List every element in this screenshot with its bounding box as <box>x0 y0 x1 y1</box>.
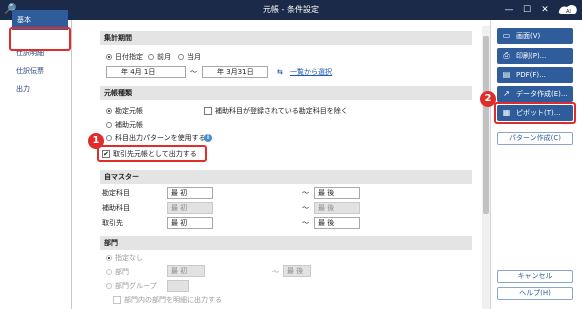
ledger-kanjo-radio[interactable] <box>106 108 112 114</box>
ledger-type-section-header: 元帳種類 <box>100 86 472 100</box>
callout-badge-1: 1 <box>88 133 104 149</box>
window-controls: — ☐ ✕ <box>500 0 554 20</box>
subaccount-from-field: 最 初 <box>167 202 213 214</box>
ledger-hojo-label: 補助元帳 <box>115 121 143 129</box>
dept-from-field: 最 初 <box>167 265 205 277</box>
info-icon[interactable]: i <box>204 134 212 142</box>
period-prev-month-label: 前月 <box>157 53 171 61</box>
pivot-highlight-frame <box>494 102 576 124</box>
ledger-hojo-radio[interactable] <box>106 122 112 128</box>
dept-range-tilde: 〜 <box>272 268 279 276</box>
window-title: 元帳 - 条件設定 <box>263 5 319 14</box>
dept-inner-output-checkbox <box>113 296 121 304</box>
period-prev-month-radio[interactable] <box>148 54 154 60</box>
printer-icon: ⎙ <box>503 51 510 60</box>
master-range-tilde: 〜 <box>302 189 309 197</box>
sidebar-item-output[interactable]: 出力 <box>11 82 69 96</box>
master-row-label: 取引先 <box>102 219 123 227</box>
screen-button[interactable]: ▭ 画面(V) <box>497 28 573 44</box>
maximize-button[interactable]: ☐ <box>518 0 536 20</box>
data-arrow-icon: ↗ <box>503 89 510 98</box>
sidebar-item-journal-slip[interactable]: 仕訳伝票 <box>11 64 69 78</box>
pdf-button[interactable]: ▤ PDF(F)... <box>497 67 573 83</box>
data-export-button-label: データ作成(E)... <box>516 90 568 98</box>
master-range-tilde: 〜 <box>302 219 309 227</box>
period-date-label: 日付指定 <box>115 53 143 61</box>
account-from-field[interactable]: 最 初 <box>167 187 213 199</box>
monitor-icon: ▭ <box>502 31 511 40</box>
data-export-button[interactable]: ↗ データ作成(E)... <box>497 86 573 102</box>
title-bar: 🔎+ 元帳 - 条件設定 — ☐ ✕ AI <box>0 0 582 29</box>
main-panel: 集計期間 日付指定 前月 当月 年 4月 1日 〜 年 3月31日 ⇆ 一覧から… <box>80 26 480 309</box>
dept-group-label: 部門グループ <box>115 282 157 290</box>
dept-none-radio <box>106 255 112 261</box>
print-button[interactable]: ⎙ 印刷(P)... <box>497 48 573 64</box>
pdf-button-label: PDF(F)... <box>516 71 546 79</box>
period-curr-month-label: 当月 <box>187 53 201 61</box>
create-pattern-button[interactable]: パターン作成(C) <box>497 132 573 145</box>
customer-from-field[interactable]: 最 初 <box>167 217 213 229</box>
master-row-label: 勘定科目 <box>102 189 130 197</box>
callout-badge-2: 2 <box>480 91 496 107</box>
account-to-field[interactable]: 最 後 <box>314 187 360 199</box>
master-range-tilde: 〜 <box>302 204 309 212</box>
app-logo-text: AI <box>566 9 571 15</box>
dept-bumon-radio <box>106 269 112 275</box>
account-pattern-label: 科目出力パターンを使用する <box>115 134 206 142</box>
sidebar-highlight-frame <box>9 27 71 51</box>
checkbox-highlight-frame <box>97 145 207 162</box>
period-to-date-field[interactable]: 年 3月31日 <box>202 66 268 78</box>
app-logo-icon: AI <box>558 5 577 15</box>
exclude-subaccount-checkbox[interactable] <box>204 107 212 115</box>
master-section-header: 自マスター <box>100 170 472 184</box>
master-row-label: 補助科目 <box>102 204 130 212</box>
swap-arrows-icon[interactable]: ⇆ <box>277 67 283 77</box>
period-range-tilde: 〜 <box>190 68 197 76</box>
minimize-button[interactable]: — <box>500 0 518 20</box>
account-pattern-radio[interactable] <box>106 135 112 141</box>
help-button[interactable]: ヘルプ(H) <box>497 287 573 300</box>
main-scrollbar-thumb[interactable] <box>483 36 489 214</box>
dept-group-radio <box>106 283 112 289</box>
period-from-date-field[interactable]: 年 4月 1日 <box>106 66 186 78</box>
dept-to-field: 最 後 <box>283 265 311 277</box>
subaccount-to-field: 最 後 <box>314 202 360 214</box>
period-curr-month-radio[interactable] <box>178 54 184 60</box>
exclude-subaccount-label: 補助科目が登録されている勘定科目を除く <box>215 107 348 115</box>
period-date-radio[interactable] <box>106 54 112 60</box>
pdf-file-icon: ▤ <box>502 70 511 79</box>
cancel-button[interactable]: キャンセル <box>497 270 573 283</box>
ledger-kanjo-label: 勘定元帳 <box>115 107 143 115</box>
print-button-label: 印刷(P)... <box>516 52 547 60</box>
period-section-header: 集計期間 <box>100 31 472 45</box>
customer-to-field[interactable]: 最 後 <box>314 217 360 229</box>
dept-bumon-label: 部門 <box>115 268 129 276</box>
dept-group-field <box>167 280 189 292</box>
close-button[interactable]: ✕ <box>536 0 554 20</box>
dept-section-header: 部門 <box>100 236 472 250</box>
dept-none-label: 指定なし <box>115 254 143 262</box>
screen-button-label: 画面(V) <box>516 32 541 40</box>
dept-inner-output-label: 部門内の部門を明細に出力する <box>124 296 222 304</box>
select-from-list-link[interactable]: 一覧から選択 <box>290 67 332 77</box>
